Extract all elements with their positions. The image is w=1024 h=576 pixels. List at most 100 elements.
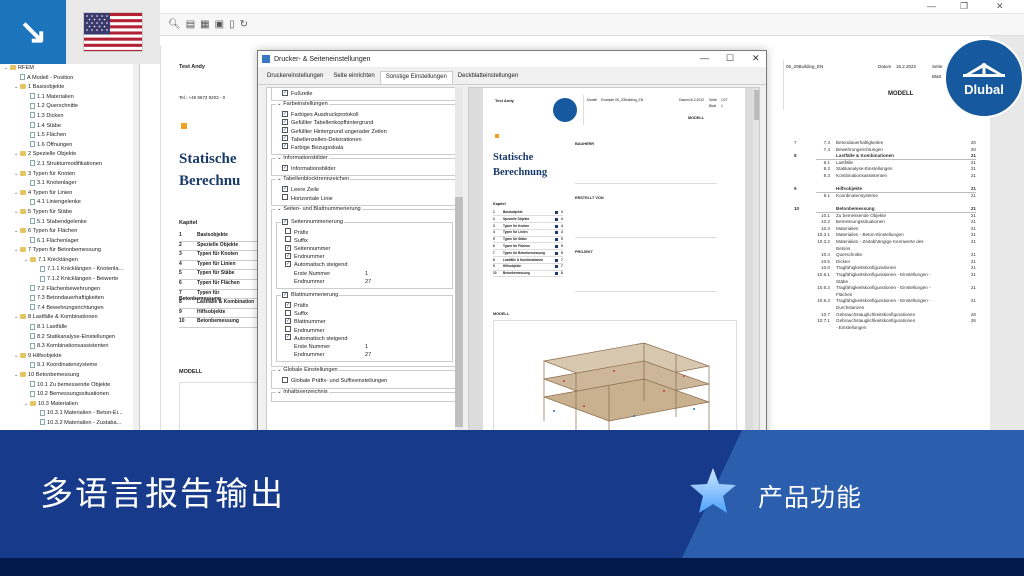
tree-item[interactable]: 7.2 Flächenbewehrungen xyxy=(0,285,139,295)
tree-item[interactable]: ⌄ 6 Typen für Flächen xyxy=(0,227,139,237)
export-icon[interactable]: ▣ xyxy=(215,19,224,30)
tree-item[interactable]: 7.1.2 Knicklängen - Beiwerte xyxy=(0,275,139,285)
checkbox-checked[interactable]: ✓ xyxy=(282,127,288,134)
dialog-maximize-icon[interactable]: ☐ xyxy=(726,53,734,64)
tree-item[interactable]: 5.1 Stabendgelenke xyxy=(0,218,139,228)
checkbox-row[interactable]: Suffix xyxy=(285,236,450,245)
number-field-row[interactable]: Endnummer 27 xyxy=(285,278,450,286)
number-field-row[interactable]: Endnummer 27 xyxy=(285,351,450,359)
tree-item[interactable]: 9.1 Koordinatensysteme xyxy=(0,361,139,371)
tree-item[interactable]: 8.1 Lastfälle xyxy=(0,323,139,333)
checkbox-row[interactable]: ✓ Endnummer xyxy=(285,252,450,261)
tree-item[interactable]: ⌄ 10 Betonbemessung xyxy=(0,371,139,381)
tree-item[interactable]: 6.1 Flächenlager xyxy=(0,237,139,247)
tree-item[interactable]: ⌄ 2 Spezielle Objekte xyxy=(0,150,139,160)
options-scroll-thumb[interactable] xyxy=(455,197,463,427)
preview-scrollbar[interactable] xyxy=(753,88,759,435)
tree-item[interactable]: ⌄ 7 Typen für Betonbemessung xyxy=(0,246,139,256)
tree-item[interactable]: 3.1 Knotenlager xyxy=(0,179,139,189)
options-scrollbar[interactable] xyxy=(455,87,463,436)
checkbox-unchecked[interactable] xyxy=(282,194,288,201)
checkbox-row[interactable]: ✓ Seitennummer xyxy=(285,244,450,253)
tree-item[interactable]: 8.2 Statikanalyse-Einstellungen xyxy=(0,333,139,343)
dialog-tab[interactable]: Seite einrichten xyxy=(328,71,379,84)
tree-item[interactable]: 1.3 Dicken xyxy=(0,112,139,122)
number-value[interactable]: 1 xyxy=(365,343,368,351)
checkbox-checked[interactable]: ✓ xyxy=(285,317,291,324)
tree-item[interactable]: ⌄ 5 Typen für Stäbe xyxy=(0,208,139,218)
refresh-icon[interactable]: ↻ xyxy=(240,19,248,30)
print-preview-icon[interactable]: ▦ xyxy=(200,19,209,30)
tree-item[interactable]: 10.2 Bemessungssituationen xyxy=(0,390,139,400)
zoom-icon[interactable]: 🔍︎ xyxy=(168,19,181,30)
tree-item[interactable]: 2.1 Strukturmodifikationen xyxy=(0,160,139,170)
checkbox-row[interactable]: Endnummer xyxy=(285,326,450,335)
dialog-close-icon[interactable]: ✕ xyxy=(752,53,760,64)
dialog-minimize-icon[interactable]: — xyxy=(700,53,709,63)
checkbox-row[interactable]: ✓ Tabellenzellen-Dekorationen xyxy=(282,135,455,144)
dialog-tab[interactable]: Druckereinstellungen xyxy=(262,71,328,84)
tree-item[interactable]: 1.1 Materialien xyxy=(0,93,139,103)
checkbox-row[interactable]: ✓ Automatisch steigend xyxy=(285,334,450,343)
number-value[interactable]: 27 xyxy=(365,351,371,359)
checkbox-checked[interactable]: ✓ xyxy=(282,143,288,150)
checkbox-row[interactable]: ✓ Gefüllter Hintergrund ungerader Zeilen xyxy=(282,127,455,136)
tree-item[interactable]: 10.3.1 Materialien - Beton-Ei... xyxy=(0,409,139,419)
tree-item[interactable]: 7.3 Betondauerhaftigkeiten xyxy=(0,294,139,304)
number-value[interactable]: 1 xyxy=(365,270,368,278)
checkbox-row[interactable]: Suffix xyxy=(285,309,450,318)
number-field-row[interactable]: Erste Nummer 1 xyxy=(285,270,450,278)
checkbox-row[interactable]: ✓ Farbiges Ausdruckprotokoll xyxy=(282,110,455,119)
checkbox-checked[interactable]: ✓ xyxy=(282,164,288,171)
checkbox-unchecked[interactable] xyxy=(285,326,291,333)
minimize-icon[interactable]: — xyxy=(927,1,936,11)
checkbox-row[interactable]: Präfix xyxy=(285,228,450,237)
tree-item[interactable]: 10.3.2 Materialien - Zustaba... xyxy=(0,419,139,429)
page-setup-icon[interactable]: ▤ xyxy=(186,19,195,30)
tree-item[interactable]: 1.2 Querschnitte xyxy=(0,102,139,112)
checkbox-row[interactable]: ✓ Leere Zeile xyxy=(282,185,455,194)
checkbox-checked[interactable]: ✓ xyxy=(285,301,291,308)
tree-item[interactable]: ⌄ 4 Typen für Linien xyxy=(0,189,139,199)
tree-item[interactable]: A Modell - Position xyxy=(0,74,139,84)
tree-item[interactable]: ⌄ RFEM xyxy=(0,64,139,74)
number-value[interactable]: 27 xyxy=(365,278,371,286)
checkbox-checked[interactable]: ✓ xyxy=(282,292,288,298)
checkbox-checked[interactable]: ✓ xyxy=(285,260,291,267)
restore-icon[interactable]: ❐ xyxy=(960,1,968,12)
checkbox-checked[interactable]: ✓ xyxy=(285,334,291,341)
checkbox-unchecked[interactable] xyxy=(285,236,291,243)
checkbox-checked[interactable]: ✓ xyxy=(285,244,291,251)
tree-item[interactable]: ⌄ 3 Typen für Knoten xyxy=(0,170,139,180)
preview-scroll-thumb[interactable] xyxy=(754,90,759,120)
tree-item[interactable]: 10.1 Zu bemessende Objekte xyxy=(0,381,139,391)
tree-item[interactable]: 1.4 Stäbe xyxy=(0,122,139,132)
checkbox-row[interactable]: ✓ Farbige Bezugsskala xyxy=(282,143,455,152)
checkbox-row[interactable]: ✓ Automatisch steigend xyxy=(285,260,450,269)
tree-item[interactable]: ⌄ 7.1 Knicklängen xyxy=(0,256,139,266)
tree-scrollbar[interactable] xyxy=(133,64,139,430)
dialog-tab[interactable]: Deckblatteinstellungen xyxy=(453,71,523,84)
checkbox-checked[interactable]: ✓ xyxy=(282,185,288,192)
checkbox-unchecked[interactable] xyxy=(285,309,291,316)
checkbox-checked[interactable]: ✓ xyxy=(285,252,291,259)
close-icon[interactable]: ✕ xyxy=(996,1,1004,12)
tree-item[interactable]: 4.1 Liniengelenke xyxy=(0,198,139,208)
number-field-row[interactable]: Erste Nummer 1 xyxy=(285,343,450,351)
checkbox-row[interactable]: ✓ Präfix xyxy=(285,301,450,310)
checkbox-unchecked[interactable] xyxy=(282,376,288,383)
checkbox-checked[interactable]: ✓ xyxy=(282,135,288,142)
checkbox-row[interactable]: ✓ Gefüllter Tabellenkopfhintergrund xyxy=(282,118,455,127)
checkbox-row[interactable]: ✓ Fußzeile xyxy=(282,89,455,98)
checkbox-unchecked[interactable] xyxy=(285,228,291,235)
checkbox-checked[interactable]: ✓ xyxy=(282,218,288,225)
checkbox-checked[interactable]: ✓ xyxy=(282,118,288,125)
tree-item[interactable]: 1.6 Öffnungen xyxy=(0,141,139,151)
document-icon[interactable]: ▯ xyxy=(229,19,235,30)
tree-item[interactable]: 7.4 Bewehrungsrichtungen xyxy=(0,304,139,314)
tree-item[interactable]: 8.3 Kombinationsassistenten xyxy=(0,342,139,352)
tree-item[interactable]: 7.1.1 Knicklängen - Knotenla... xyxy=(0,265,139,275)
tree-item[interactable]: ⌄ 10.3 Materialien xyxy=(0,400,139,410)
checkbox-checked[interactable]: ✓ xyxy=(282,110,288,117)
checkbox-row[interactable]: ✓ Informationsbilder xyxy=(282,164,455,173)
